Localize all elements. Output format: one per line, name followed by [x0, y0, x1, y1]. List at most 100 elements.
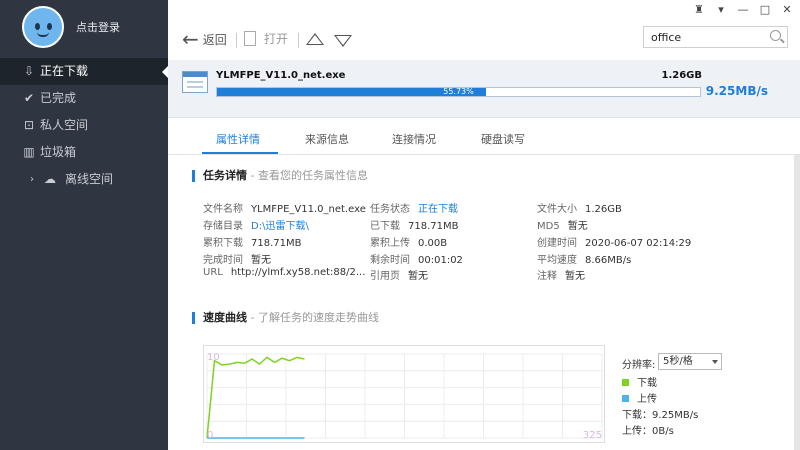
- detail-value[interactable]: D:\迅雷下载\: [251, 221, 309, 232]
- detail-field: 累积上传 0.00B: [370, 234, 447, 249]
- close-icon[interactable]: ✕: [780, 3, 794, 16]
- file-icon-line: [187, 81, 203, 83]
- detail-field: 文件名称 YLMFPE_V11.0_net.exe: [203, 200, 366, 215]
- sidebar-item-label: 离线空间: [65, 172, 114, 186]
- detail-key: 平均速度: [537, 255, 577, 266]
- file-icon-line: [187, 86, 203, 88]
- legend-download: 下载: [622, 374, 657, 389]
- back-button[interactable]: ← 返回: [182, 27, 227, 51]
- download-swatch: [622, 379, 629, 386]
- active-tab-indicator: [202, 152, 278, 154]
- detail-key: URL: [203, 267, 223, 278]
- avatar-mouth: [37, 32, 49, 37]
- search-icon[interactable]: [770, 30, 781, 41]
- legend-upload: 上传: [622, 390, 657, 405]
- detail-key: 引用页: [370, 271, 400, 282]
- detail-field: MD5 暂无: [537, 217, 588, 232]
- tab-connection[interactable]: 连接情况: [392, 131, 436, 147]
- detail-field: 已下载 718.71MB: [370, 217, 458, 232]
- task-details-subtitle: - 查看您的任务属性信息: [247, 169, 368, 182]
- detail-key: 剩余时间: [370, 255, 410, 266]
- chevron-right-icon[interactable]: ›: [30, 166, 34, 193]
- open-button[interactable]: 打开: [244, 30, 288, 47]
- detail-field: 累积下载 718.71MB: [203, 234, 301, 249]
- maximize-icon[interactable]: □: [758, 3, 772, 16]
- detail-value: 暂无: [565, 271, 585, 282]
- detail-value: 正在下载: [418, 204, 458, 215]
- sidebar-item-downloading[interactable]: ⇩ 正在下载: [0, 58, 168, 85]
- detail-value: 0.00B: [418, 238, 448, 249]
- speed-curve-title: 速度曲线: [203, 311, 247, 324]
- detail-key: 创建时间: [537, 238, 577, 249]
- move-down-icon[interactable]: [334, 35, 352, 47]
- check-circle-icon: ✔: [23, 91, 35, 105]
- trash-icon: ▥: [23, 145, 35, 159]
- detail-value: 718.71MB: [408, 221, 459, 232]
- scale-select[interactable]: 5秒/格: [658, 353, 722, 370]
- detail-value: 8.66MB/s: [585, 255, 632, 266]
- back-label: 返回: [202, 32, 227, 47]
- task-filename: YLMFPE_V11.0_net.exe: [216, 70, 346, 81]
- detail-field: URL http://ylmf.xy58.net:88/2...: [203, 267, 365, 278]
- sidebar-item-private[interactable]: ⊡ 私人空间: [0, 112, 168, 139]
- sidebar-item-completed[interactable]: ✔ 已完成: [0, 85, 168, 112]
- file-icon: [182, 71, 208, 93]
- cloud-icon: ☁: [44, 172, 56, 186]
- sidebar-item-label: 垃圾箱: [40, 145, 77, 159]
- detail-value: YLMFPE_V11.0_net.exe: [251, 204, 366, 215]
- detail-value: 00:01:02: [418, 255, 463, 266]
- series-line: [206, 356, 305, 439]
- file-icon-titlebar: [183, 72, 207, 77]
- sidebar-item-offline[interactable]: › ☁ 离线空间: [0, 166, 168, 193]
- detail-key: 注释: [537, 271, 557, 282]
- detail-value[interactable]: http://ylmf.xy58.net:88/2...: [231, 267, 366, 278]
- skin-icon[interactable]: ♜: [692, 3, 706, 16]
- scrollbar[interactable]: [794, 155, 800, 450]
- upload-swatch: [622, 395, 629, 402]
- detail-key: 任务状态: [370, 204, 410, 215]
- sidebar-item-label: 已完成: [40, 91, 77, 105]
- x-max-label: 325: [583, 430, 602, 441]
- detail-field: 平均速度 8.66MB/s: [537, 251, 631, 266]
- task-filesize: 1.26GB: [661, 70, 702, 81]
- detail-field: 任务状态 正在下载: [370, 200, 458, 215]
- detail-value: 2020-06-07 02:14:29: [585, 238, 692, 249]
- speed-curve-subtitle: - 了解任务的速度走势曲线: [247, 311, 379, 324]
- search-input[interactable]: [644, 27, 759, 47]
- y-max-label: 10: [207, 352, 220, 363]
- move-up-icon[interactable]: [306, 33, 324, 45]
- detail-tabs: 属性详情 来源信息 连接情况 硬盘读写: [168, 119, 800, 155]
- search-box: [643, 26, 788, 48]
- detail-field: 完成时间 暂无: [203, 251, 271, 266]
- detail-value: 暂无: [251, 255, 271, 266]
- detail-key: 文件大小: [537, 204, 577, 215]
- window-controls: ♜ ▾ — □ ✕: [692, 3, 794, 16]
- y-min-label: 0: [207, 430, 213, 441]
- tab-properties[interactable]: 属性详情: [216, 131, 260, 147]
- detail-key: 累积上传: [370, 238, 410, 249]
- detail-value: 暂无: [567, 221, 588, 232]
- progress-bar: 55.73%: [216, 87, 701, 97]
- arrow-left-icon: ←: [182, 27, 199, 51]
- tab-source[interactable]: 来源信息: [305, 131, 349, 147]
- detail-key: 已下载: [370, 221, 400, 232]
- detail-value: 1.26GB: [585, 204, 622, 215]
- avatar[interactable]: [22, 6, 64, 48]
- task-row[interactable]: YLMFPE_V11.0_net.exe 1.26GB 55.73% 9.25M…: [168, 60, 800, 118]
- detail-field: 创建时间 2020-06-07 02:14:29: [537, 234, 691, 249]
- task-details-heading: 任务详情 - 查看您的任务属性信息: [192, 170, 368, 182]
- detail-key: 累积下载: [203, 238, 243, 249]
- legend-download-label: 下载: [637, 378, 657, 389]
- login-link[interactable]: 点击登录: [76, 19, 120, 35]
- tab-disk-io[interactable]: 硬盘读写: [481, 131, 525, 147]
- progress-percent: 55.73%: [443, 87, 474, 96]
- minimize-icon[interactable]: —: [736, 3, 750, 16]
- legend-upload-label: 上传: [637, 394, 657, 405]
- task-details-title: 任务详情: [203, 169, 247, 182]
- detail-key: 完成时间: [203, 255, 243, 266]
- download-speed: 9.25MB/s: [705, 84, 768, 98]
- menu-icon[interactable]: ▾: [714, 3, 728, 16]
- download-speed-readout: 下载：9.25MB/s: [622, 410, 699, 421]
- detail-field: 注释 暂无: [537, 267, 585, 282]
- sidebar-item-trash[interactable]: ▥ 垃圾箱: [0, 139, 168, 166]
